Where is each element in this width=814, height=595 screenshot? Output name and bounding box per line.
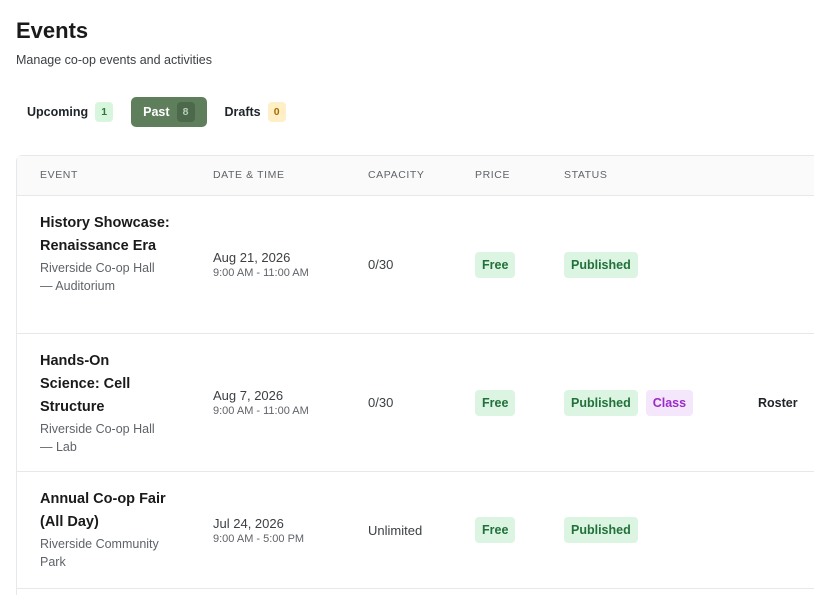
status-badge: Published [564, 517, 638, 543]
event-location: Riverside Co-op Hall — Lab [40, 422, 155, 454]
capacity-cell: 0/30 [368, 334, 393, 471]
column-header-status: STATUS [564, 169, 608, 181]
tab-upcoming[interactable]: Upcoming 1 [16, 97, 124, 127]
event-capacity: 0/30 [368, 395, 394, 410]
tab-count-badge: 0 [267, 102, 286, 122]
tab-count-badge: 8 [176, 102, 195, 122]
column-header-capacity: CAPACITY [368, 169, 425, 181]
date-time-cell: Jul 24, 2026 9:00 AM - 5:00 PM [213, 472, 304, 588]
price-cell: Free [475, 334, 516, 471]
page-subtitle: Manage co-op events and activities [16, 53, 212, 67]
column-header-price: PRICE [475, 169, 511, 181]
event-title[interactable]: History Showcase: Renaissance Era [40, 212, 170, 258]
event-date: Jul 24, 2026 [213, 515, 284, 531]
event-date: Aug 7, 2026 [213, 388, 284, 403]
tab-past[interactable]: Past 8 [131, 97, 207, 127]
event-time: 9:00 AM - 5:00 PM [213, 532, 305, 545]
tab-label: Drafts [224, 105, 261, 119]
capacity-cell: Unlimited [368, 472, 422, 588]
event-location: Riverside Co-op Hall — Auditorium [40, 261, 155, 293]
event-cell: Hands-On Science: Cell Structure Riversi… [40, 350, 170, 456]
status-badge: Published [564, 251, 638, 278]
table-row[interactable]: History Showcase: Renaissance Era Rivers… [17, 196, 814, 334]
event-time: 9:00 AM - 11:00 AM [213, 405, 309, 417]
table-row[interactable]: Annual Co-op Fair (All Day) Riverside Co… [17, 472, 814, 589]
event-tabs: Upcoming 1 Past 8 Drafts 0 [16, 97, 297, 127]
event-capacity: 0/30 [368, 257, 394, 272]
tab-label: Past [143, 105, 170, 119]
price-cell: Free [475, 472, 516, 588]
table-row[interactable]: Hands-On Science: Cell Structure Riversi… [17, 334, 814, 472]
price-badge: Free [475, 389, 516, 416]
page-title: Events [16, 18, 89, 43]
column-header-event: EVENT [40, 169, 79, 181]
event-date: Aug 21, 2026 [213, 250, 291, 265]
tab-count-badge: 1 [95, 102, 114, 122]
event-time: 9:00 AM - 11:00 AM [213, 267, 309, 279]
tab-label: Upcoming [27, 105, 89, 119]
event-location: Riverside Community Park [40, 537, 159, 569]
status-badge: Published [564, 389, 638, 416]
actions-cell: Roster [758, 334, 798, 471]
date-time-cell: Aug 7, 2026 9:00 AM - 11:00 AM [213, 334, 309, 471]
event-capacity: Unlimited [368, 522, 423, 538]
roster-link[interactable]: Roster [758, 396, 798, 410]
date-time-cell: Aug 21, 2026 9:00 AM - 11:00 AM [213, 196, 309, 333]
capacity-cell: 0/30 [368, 196, 393, 333]
price-badge: Free [475, 251, 516, 278]
events-table: EVENT DATE & TIME CAPACITY PRICE STATUS … [16, 155, 814, 595]
status-cell: Published Class [564, 334, 694, 471]
status-cell: Published [564, 196, 638, 333]
event-cell: Annual Co-op Fair (All Day) Riverside Co… [40, 488, 170, 571]
column-header-date-time: DATE & TIME [213, 169, 285, 181]
tab-drafts[interactable]: Drafts 0 [214, 97, 297, 127]
price-badge: Free [475, 517, 516, 543]
price-cell: Free [475, 196, 516, 333]
table-header: EVENT DATE & TIME CAPACITY PRICE STATUS [17, 156, 814, 196]
status-cell: Published [564, 472, 638, 588]
event-cell: History Showcase: Renaissance Era Rivers… [40, 212, 170, 295]
class-type-badge: Class [645, 389, 694, 416]
event-title[interactable]: Annual Co-op Fair (All Day) [40, 488, 170, 534]
event-title[interactable]: Hands-On Science: Cell Structure [40, 350, 170, 419]
